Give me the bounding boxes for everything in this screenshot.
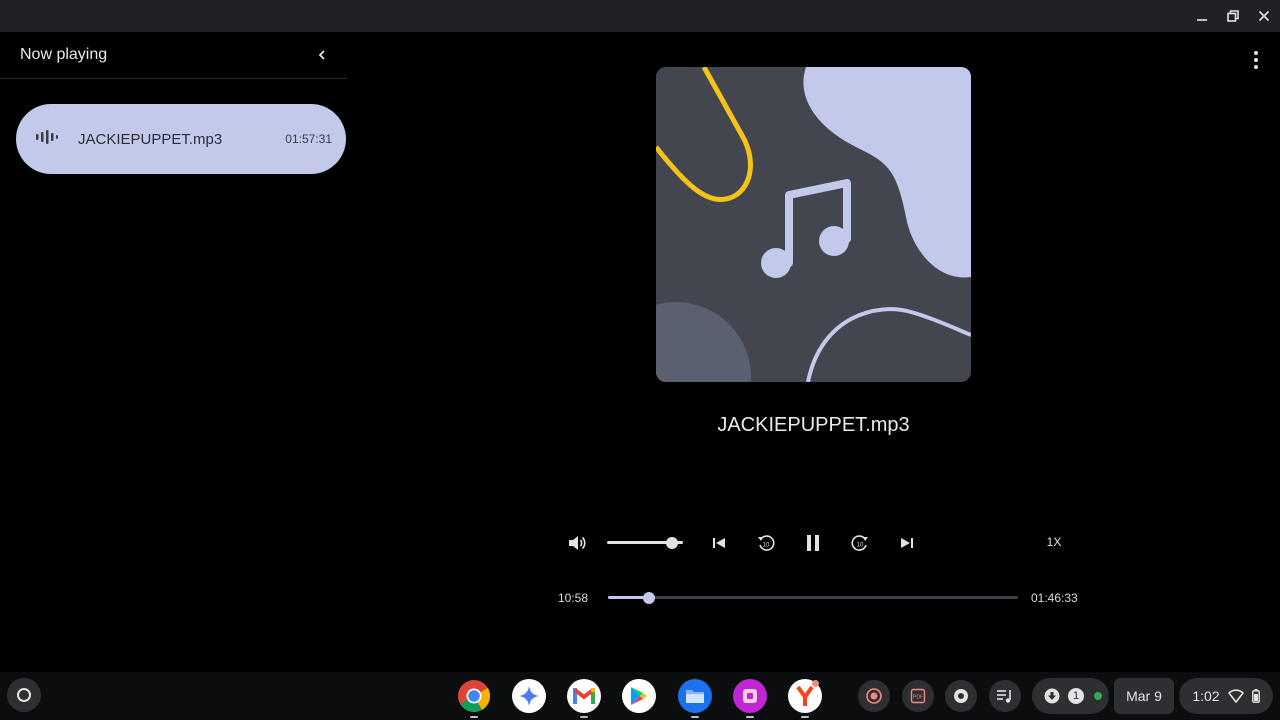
date-tray[interactable]: Mar 9 [1114,678,1174,714]
minimize-button[interactable] [1191,6,1213,26]
svg-text:10: 10 [763,543,770,549]
download-icon [1044,688,1060,704]
notification-dot [812,680,819,687]
yandex-icon [796,685,814,706]
volume-button[interactable] [565,532,589,554]
rewind-10-button[interactable]: 10 [754,531,778,555]
total-time: 01:46:33 [1031,591,1078,605]
replay-10-icon: 10 [758,535,775,551]
playlist-icon [997,690,1011,703]
restore-icon [1227,10,1239,22]
skip-next-icon [901,538,913,548]
media-icon [954,689,968,703]
status-pill[interactable]: 1 [1032,678,1109,714]
system-tray[interactable]: 1:02 [1179,678,1273,714]
play-store-icon [631,687,647,705]
more-vert-dot [1254,58,1258,62]
minimize-icon [1197,19,1207,21]
restore-button[interactable] [1222,6,1244,26]
playlist-button[interactable] [989,680,1021,712]
date-label: Mar 9 [1126,688,1162,704]
shelf: PDF 1 Mar 9 1:02 [0,672,1280,720]
pdf-icon: PDF [910,688,926,704]
album-art [656,67,971,382]
next-track-button[interactable] [896,532,918,554]
svg-text:PDF: PDF [913,695,923,701]
pause-button[interactable] [801,531,825,555]
playback-speed-button[interactable]: 1X [1040,535,1068,551]
more-vert-dot [1254,65,1258,69]
close-icon [1258,10,1270,22]
wifi-icon [1227,689,1244,703]
playlist-item[interactable]: JACKIEPUPPET.mp3 01:57:31 [16,104,346,174]
gmail-icon [573,688,595,704]
chrome-app[interactable] [457,679,491,718]
previous-track-button[interactable] [708,532,730,554]
running-indicator [691,716,699,718]
media-controls-button[interactable] [945,680,977,712]
battery-icon [1251,689,1260,703]
volume-slider[interactable] [607,536,683,550]
assistant-app[interactable] [512,679,546,713]
current-time: 10:58 [557,591,588,605]
forward-10-button[interactable]: 10 [848,531,872,555]
chevron-left-icon [318,50,325,60]
volume-icon [569,536,586,550]
screen-record-button[interactable] [858,680,890,712]
equalizer-icon [36,130,58,144]
collapse-sidebar-button[interactable] [311,44,333,66]
window-titlebar [0,0,1280,32]
seek-handle[interactable] [643,592,655,604]
more-options-button[interactable] [1244,48,1268,72]
launcher-icon [17,688,31,702]
clock-label: 1:02 [1192,688,1220,704]
more-vert-icon [1254,51,1258,55]
gmail-app[interactable] [567,679,601,718]
screen-record-icon [866,688,882,704]
running-indicator [580,716,588,718]
playlist-item-title: JACKIEPUPPET.mp3 [78,130,223,148]
status-dot [1094,692,1102,700]
close-button[interactable] [1253,6,1275,26]
skip-previous-icon [713,538,725,548]
sidebar-title: Now playing [20,46,108,63]
album-art-graphic [656,67,971,382]
sparkle-icon [519,686,539,706]
track-title: JACKIEPUPPET.mp3 [717,414,910,436]
seek-track [608,596,1018,599]
pdf-button[interactable]: PDF [902,680,934,712]
files-app[interactable] [678,679,712,718]
notification-count-badge: 1 [1068,688,1084,704]
launcher-button[interactable] [7,678,41,712]
running-indicator [470,716,478,718]
folder-icon [686,690,704,703]
yandex-app[interactable] [788,679,822,718]
chrome-icon [458,680,491,713]
forward-10-icon: 10 [851,535,868,551]
running-indicator [746,716,754,718]
volume-handle[interactable] [665,537,678,549]
running-indicator [801,716,809,718]
pause-icon [807,535,819,551]
pink-app[interactable] [733,679,767,718]
playlist-item-duration: 01:57:31 [285,132,332,146]
seek-bar[interactable] [608,591,1018,605]
app-icon [743,689,757,703]
sidebar-header: Now playing [0,32,347,79]
now-playing-sidebar: Now playing JACKIEPUPPET.mp3 01:57:31 [0,32,347,672]
play-store-app[interactable] [622,679,656,713]
svg-text:10: 10 [857,543,864,549]
